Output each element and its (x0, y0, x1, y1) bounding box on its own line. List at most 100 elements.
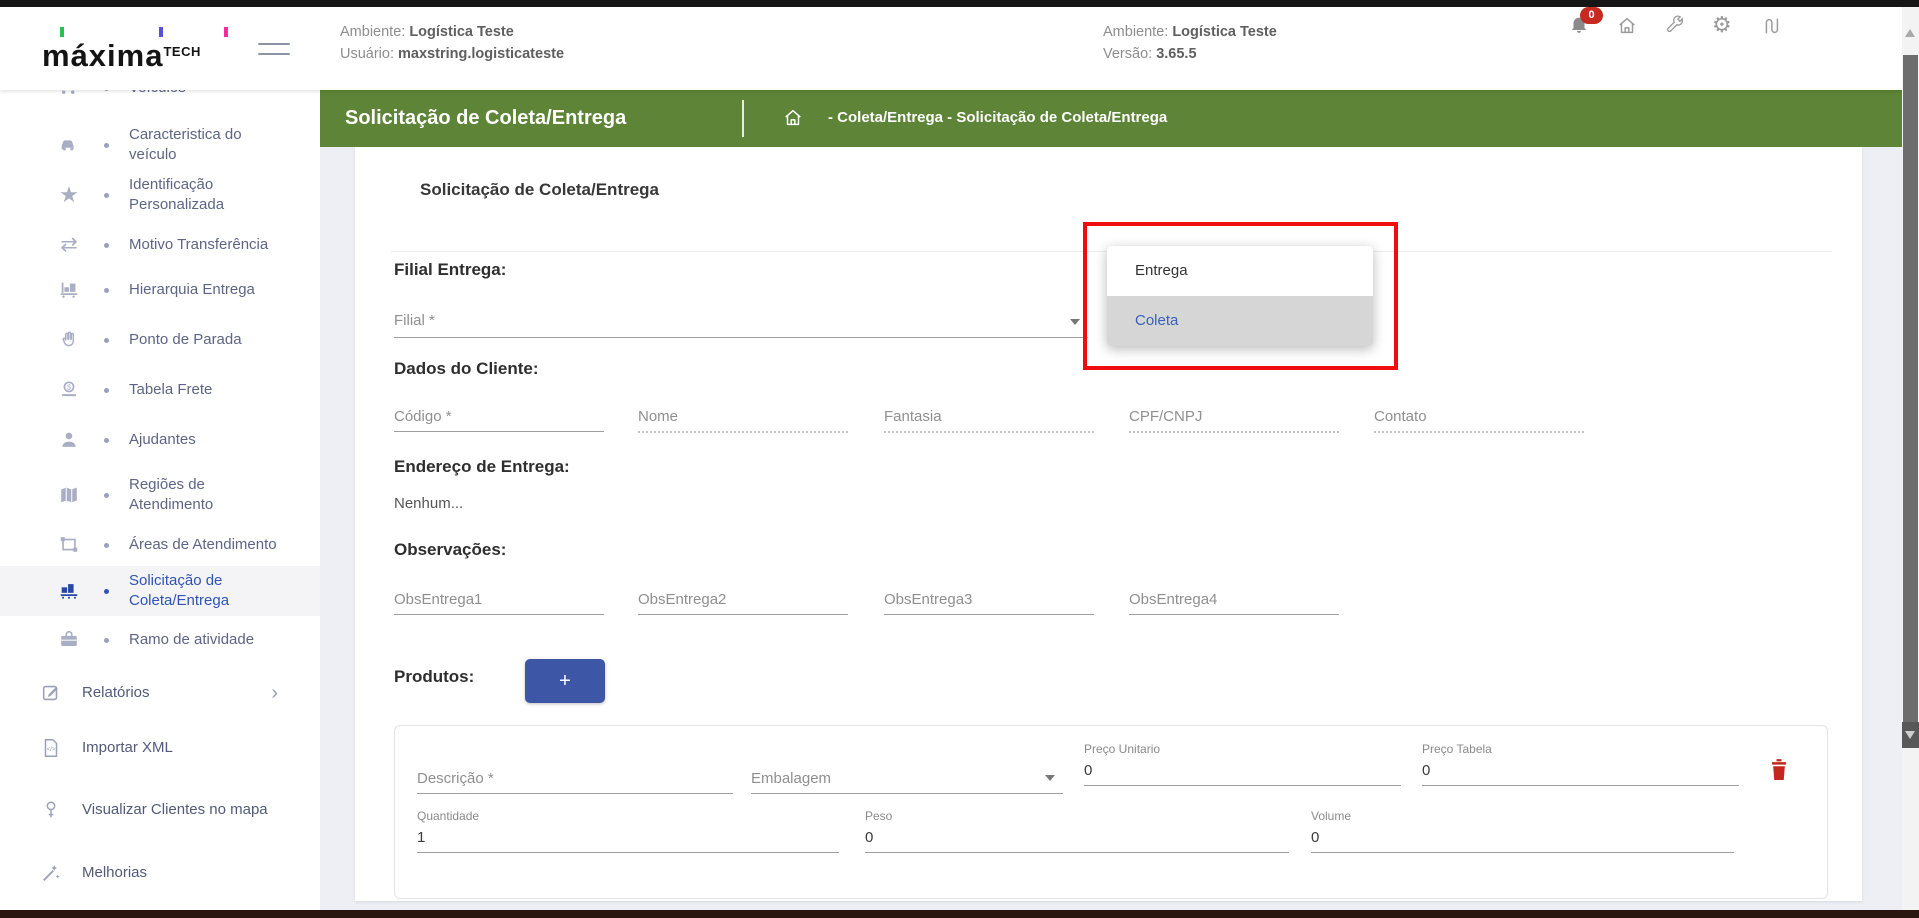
client-section-label: Dados do Cliente: (394, 359, 539, 379)
sidebar-item-solicitacao-coleta-entrega[interactable]: Solicitação de Coleta/Entrega (0, 566, 320, 616)
app-header: máximaTECH Ambiente: Logística Teste Usu… (0, 7, 1902, 90)
sidebar-item-ponto-de-parada[interactable]: Ponto de Parada (0, 326, 320, 354)
sidebar-item-label: Ramo de atividade (129, 630, 281, 650)
preco-unitario-label: Preço Unitario (1084, 742, 1401, 756)
wrench-icon[interactable] (1664, 15, 1686, 37)
bell-icon[interactable]: 0 (1568, 15, 1590, 37)
version-value: 3.65.5 (1156, 46, 1196, 62)
obs4-placeholder: ObsEntrega4 (1129, 591, 1217, 608)
add-product-button[interactable]: + (525, 659, 605, 703)
obs-entrega1-input[interactable]: ObsEntrega1 (394, 582, 604, 615)
delete-product-button[interactable] (1769, 758, 1789, 782)
env-value: Logística Teste (409, 24, 513, 40)
sidebar-item-hierarquia-entrega[interactable]: Hierarquia Entrega (0, 276, 320, 304)
embalagem-placeholder: Embalagem (751, 770, 831, 787)
vertical-scrollbar[interactable] (1902, 7, 1919, 910)
sidebar-item-visualizar-clientes-mapa[interactable]: Visualizar Clientes no mapa (0, 785, 320, 835)
peso-label: Peso (865, 809, 1289, 823)
obs2-placeholder: ObsEntrega2 (638, 591, 726, 608)
user-value: maxstring.logisticateste (398, 46, 564, 62)
env-value: Logística Teste (1172, 24, 1276, 40)
address-value: Nenhum... (394, 495, 463, 512)
scroll-down-button[interactable] (1902, 722, 1919, 748)
dropdown-option-coleta[interactable]: Coleta (1107, 296, 1373, 346)
coin-icon: $ (56, 378, 82, 402)
sidebar-item-label: Identificação Personalizada (129, 175, 281, 215)
scrollbar-thumb[interactable] (1903, 55, 1918, 722)
fantasia-input[interactable]: Fantasia (884, 399, 1094, 433)
cpf-cnpj-input[interactable]: CPF/CNPJ (1129, 399, 1339, 433)
submenu-bullet (104, 638, 109, 643)
preco-unitario-value: 0 (1084, 762, 1401, 779)
quantidade-label: Quantidade (417, 809, 839, 823)
sidebar-item-label: Melhorias (82, 863, 272, 883)
tipo-dropdown-menu: Entrega Coleta (1107, 246, 1373, 346)
sidebar-item-label: Motivo Transferência (129, 235, 281, 255)
menu-toggle-button[interactable] (258, 43, 290, 61)
gear-icon[interactable]: ⚙ (1712, 15, 1734, 37)
preco-unitario-input[interactable]: Preço Unitario 0 (1084, 742, 1401, 786)
descricao-placeholder: Descrição * (417, 770, 494, 787)
filial-placeholder: Filial * (394, 312, 435, 329)
form-card: Solicitação de Coleta/Entrega Filial Ent… (355, 147, 1862, 901)
obs-entrega3-input[interactable]: ObsEntrega3 (884, 582, 1094, 615)
obs-entrega4-input[interactable]: ObsEntrega4 (1129, 582, 1339, 615)
preco-tabela-label: Preço Tabela (1422, 742, 1739, 756)
header-env-version: Ambiente: Logística Teste Versão: 3.65.5 (1103, 21, 1277, 65)
obs-entrega2-input[interactable]: ObsEntrega2 (638, 582, 848, 615)
breadcrumb: - Coleta/Entrega - Solicitação de Coleta… (828, 109, 1167, 126)
peso-input[interactable]: Peso 0 (865, 809, 1289, 853)
sidebar-item-identificacao-personalizada[interactable]: ★ Identificação Personalizada (0, 170, 320, 220)
logo-green-tick (60, 27, 64, 37)
sidebar-item-motivo-transferencia[interactable]: ⇄ Motivo Transferência (0, 220, 320, 270)
obs1-placeholder: ObsEntrega1 (394, 591, 482, 608)
sidebar-item-regioes-atendimento[interactable]: Regiões de Atendimento (0, 470, 320, 520)
codigo-input[interactable]: Código * (394, 399, 604, 432)
volume-label: Volume (1311, 809, 1734, 823)
submenu-bullet (104, 388, 109, 393)
products-section-label: Produtos: (394, 667, 474, 687)
scroll-down-arrow-icon (1905, 731, 1915, 739)
submenu-bullet (104, 288, 109, 293)
sidebar-item-ramo-atividade[interactable]: Ramo de atividade (0, 626, 320, 654)
map-icon (56, 483, 82, 507)
pallet-icon (56, 579, 82, 603)
descricao-input[interactable]: Descrição * (417, 761, 733, 794)
sidebar-item-label: Ponto de Parada (129, 330, 281, 350)
dropdown-option-entrega[interactable]: Entrega (1107, 246, 1373, 296)
sidebar-item-relatorios[interactable]: Relatórios › (0, 678, 320, 708)
preco-tabela-input[interactable]: Preço Tabela 0 (1422, 742, 1739, 786)
sidebar-item-ajudantes[interactable]: Ajudantes (0, 426, 320, 454)
sidebar-item-label: Ajudantes (129, 430, 281, 450)
submenu-bullet (104, 243, 109, 248)
submenu-bullet (104, 143, 109, 148)
user-label: Usuário: (340, 46, 394, 62)
breadcrumb-home-icon[interactable] (782, 107, 804, 129)
nome-input[interactable]: Nome (638, 399, 848, 433)
sidebar-item-areas-atendimento[interactable]: Áreas de Atendimento (0, 520, 320, 570)
svg-text:</>: </> (47, 747, 56, 753)
sidebar-item-melhorias[interactable]: Melhorias (0, 858, 320, 888)
contato-input[interactable]: Contato (1374, 399, 1584, 433)
filial-select[interactable]: Filial * (394, 297, 1088, 338)
volume-input[interactable]: Volume 0 (1311, 809, 1734, 853)
sidebar-item-importar-xml[interactable]: </> Importar XML (0, 733, 320, 763)
quantidade-input[interactable]: Quantidade 1 (417, 809, 839, 853)
logo-word: máximaTECH (42, 38, 201, 73)
logo-blue-tick (159, 27, 163, 37)
fantasia-placeholder: Fantasia (884, 408, 942, 425)
page-title: Solicitação de Coleta/Entrega (345, 107, 626, 130)
preco-tabela-value: 0 (1422, 762, 1739, 779)
sidebar-item-tabela-frete[interactable]: $ Tabela Frete (0, 376, 320, 404)
chevron-down-icon (1070, 319, 1080, 325)
embalagem-select[interactable]: Embalagem (751, 761, 1063, 794)
scroll-up-arrow-icon[interactable] (1905, 29, 1915, 37)
xml-file-icon: </> (38, 736, 64, 760)
route-icon[interactable] (1760, 15, 1782, 37)
env-label: Ambiente: (340, 24, 405, 40)
home-icon[interactable] (1616, 15, 1638, 37)
filial-section-label: Filial Entrega: (394, 260, 506, 280)
sidebar-item-caracteristica-veiculo[interactable]: Caracteristica do veículo (0, 120, 320, 170)
car-icon (56, 133, 82, 157)
page-title-bar: Solicitação de Coleta/Entrega - Coleta/E… (320, 90, 1902, 147)
